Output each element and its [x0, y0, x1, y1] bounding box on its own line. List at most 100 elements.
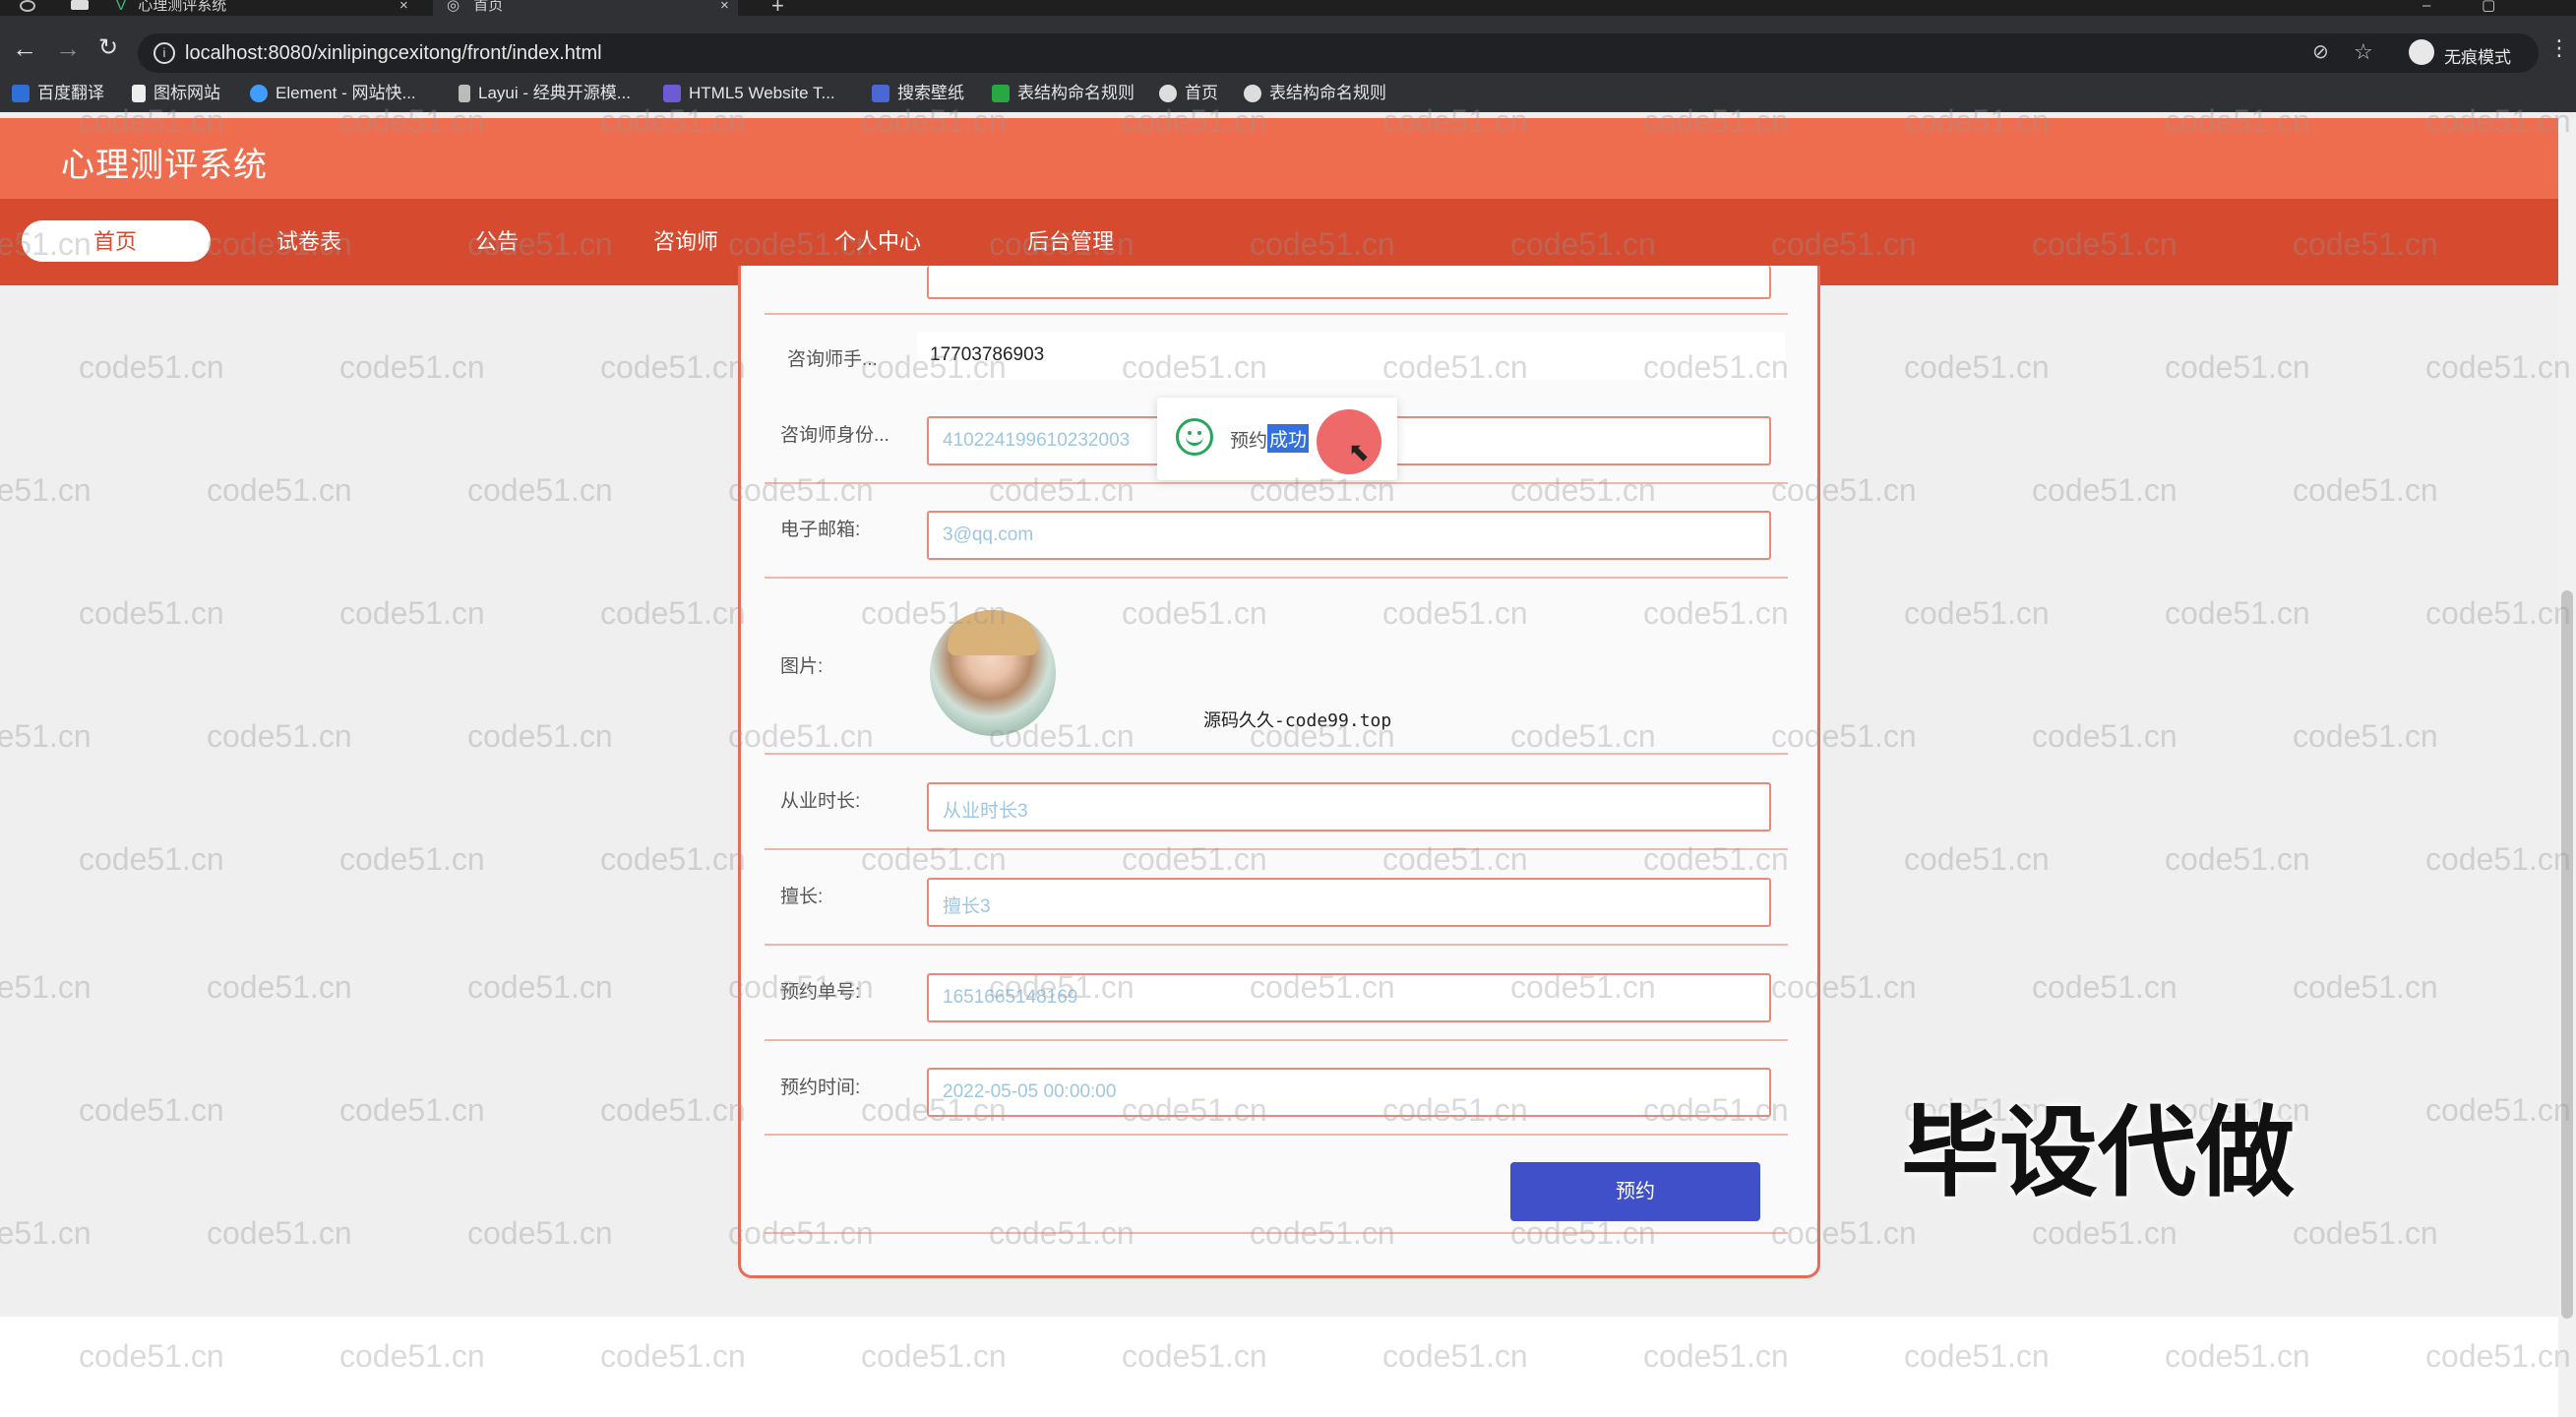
book-button[interactable]: 预约: [1510, 1162, 1760, 1221]
bookmark-item[interactable]: HTML5 Website T...: [663, 79, 835, 108]
info-icon[interactable]: i: [153, 42, 175, 64]
counselor-photo: [930, 610, 1056, 736]
browser-menu-icon[interactable]: [20, 0, 35, 12]
email-input[interactable]: [927, 511, 1771, 560]
watermark-text: code51.cn: [2032, 969, 2177, 1005]
browser-tab-strip: V 心理测评系统 × ◎ 首页 × + – ▢: [0, 0, 2576, 17]
row-divider: [765, 944, 1788, 946]
more-menu-icon[interactable]: ⋮: [2548, 35, 2570, 61]
watermark-text: code51.cn: [207, 718, 352, 754]
watermark-text: code51.cn: [600, 595, 746, 631]
book-button-label: 预约: [1616, 1181, 1655, 1202]
html5-logo-icon: [663, 85, 681, 102]
row-divider: [765, 753, 1788, 755]
watermark-text: code51.cn: [1904, 841, 2050, 877]
watermark-text: code51.cn: [600, 841, 746, 877]
tab-2[interactable]: ◎ 首页 ×: [433, 0, 738, 16]
watermark-text: code51.cn: [339, 1092, 485, 1128]
page-scrollbar-thumb[interactable]: [2561, 590, 2573, 1319]
bookmark-item[interactable]: 百度翻译: [12, 79, 104, 108]
wallpaper-icon: [872, 85, 889, 102]
watermark-text: code51.cn: [79, 349, 224, 385]
translate-icon: [12, 85, 30, 102]
minimize-icon[interactable]: –: [2423, 0, 2430, 16]
source-watermark-text: 源码久久-code99.top: [1203, 710, 1392, 731]
watermark-text: code51.cn: [339, 349, 485, 385]
nav-item-profile[interactable]: 个人中心: [834, 224, 921, 256]
hidden-field-input[interactable]: [927, 266, 1771, 299]
email-value: 3@qq.com: [943, 524, 1034, 545]
bookmark-item[interactable]: Layui - 经典开源模...: [459, 79, 631, 108]
row-divider: [765, 313, 1788, 315]
watermark-text: code51.cn: [339, 595, 485, 631]
star-icon[interactable]: ☆: [2354, 39, 2373, 65]
maximize-icon[interactable]: ▢: [2482, 0, 2495, 16]
bookmark-item[interactable]: 搜索壁纸: [872, 79, 964, 108]
watermark-text: code51.cn: [2165, 841, 2310, 877]
bookmark-item[interactable]: Element - 网站快...: [250, 79, 416, 108]
row-divider: [765, 1039, 1788, 1041]
page-footer: [0, 1317, 2558, 1417]
toast-text: 预约: [1230, 431, 1268, 452]
watermark-text: code51.cn: [207, 472, 352, 508]
watermark-text: code51.cn: [2425, 841, 2571, 877]
watermark-text: code51.cn: [79, 841, 224, 877]
watermark-text: code51.cn: [2425, 595, 2571, 631]
nav-item-admin[interactable]: 后台管理: [1027, 224, 1114, 256]
site-header: 心理测评系统: [0, 118, 2558, 199]
incognito-avatar-icon: [2409, 39, 2434, 65]
watermark-text: code51.cn: [2293, 969, 2438, 1005]
new-tab-button[interactable]: +: [771, 0, 784, 17]
url-field[interactable]: i localhost:8080/xinlipingcexitong/front…: [138, 33, 2539, 73]
watermark-text: code51.cn: [2032, 1215, 2177, 1251]
tab-blank-icon[interactable]: [71, 0, 89, 10]
watermark-text: code51.cn: [600, 349, 746, 385]
forward-arrow-icon[interactable]: →: [55, 33, 81, 64]
reload-icon[interactable]: ↻: [98, 33, 118, 62]
smile-icon: [1176, 418, 1213, 456]
years-input[interactable]: [927, 782, 1771, 832]
incognito-label[interactable]: 无痕模式: [2444, 43, 2511, 68]
watermark-text: code51.cn: [207, 969, 352, 1005]
watermark-text: code51.cn: [2032, 472, 2177, 508]
layui-logo-icon: [459, 85, 470, 102]
mouse-pointer-icon: ⬉: [1348, 437, 1370, 466]
vue-logo-icon: V: [116, 0, 127, 14]
phone-field[interactable]: [917, 333, 1785, 380]
nav-item-counselors[interactable]: 咨询师: [653, 224, 718, 256]
bookmark-item[interactable]: 表结构命名规则: [1244, 79, 1386, 108]
flag-icon: [132, 85, 146, 102]
watermark-text: code51.cn: [2032, 718, 2177, 754]
bookmark-item[interactable]: 图标网站: [132, 79, 220, 108]
nav-item-papers[interactable]: 试卷表: [276, 224, 341, 256]
row-divider: [765, 1232, 1788, 1234]
specialty-value: 擅长3: [943, 896, 991, 917]
tab-1[interactable]: V 心理测评系统 ×: [116, 0, 421, 16]
appointment-time-label: 预约时间:: [780, 1078, 861, 1098]
nav-item-notice[interactable]: 公告: [475, 224, 519, 256]
bookmark-item[interactable]: 首页: [1159, 79, 1218, 108]
smile-mouth: [1186, 433, 1203, 446]
watermark-text: code51.cn: [467, 718, 613, 754]
watermark-text: code51.cn: [339, 841, 485, 877]
tab-2-close-icon[interactable]: ×: [720, 0, 729, 13]
watermark-text: code51.cn: [1904, 349, 2050, 385]
id-number-label: 咨询师身份...: [780, 425, 889, 446]
back-arrow-icon[interactable]: ←: [12, 33, 37, 64]
watermark-text: code51.cn: [0, 969, 92, 1005]
tab-1-close-icon[interactable]: ×: [399, 0, 408, 13]
watermark-text: code51.cn: [0, 718, 92, 754]
site-title[interactable]: 心理测评系统: [61, 138, 268, 186]
years-value: 从业时长3: [943, 801, 1028, 822]
element-logo-icon: [250, 85, 268, 102]
watermark-text: code51.cn: [2165, 349, 2310, 385]
watermark-text: code51.cn: [0, 1215, 92, 1251]
eye-slash-icon[interactable]: ⊘: [2312, 39, 2329, 64]
photo-label: 图片:: [780, 656, 824, 677]
watermark-text: code51.cn: [2425, 1092, 2571, 1128]
specialty-input[interactable]: [927, 878, 1771, 927]
nav-item-home[interactable]: 首页: [93, 224, 137, 256]
overlay-ad-text: 毕设代做: [1901, 1098, 2295, 1208]
bookmark-item[interactable]: 表结构命名规则: [992, 79, 1135, 108]
appointment-time-value: 2022-05-05 00:00:00: [943, 1081, 1117, 1102]
